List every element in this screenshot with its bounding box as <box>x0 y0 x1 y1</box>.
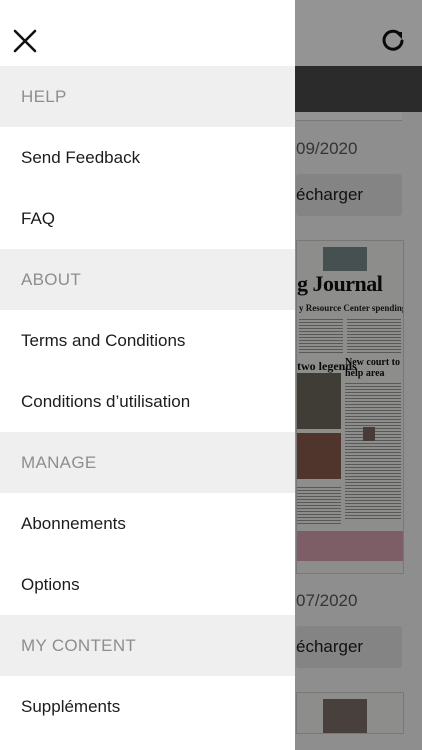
menu-item-subscriptions[interactable]: Abonnements <box>0 493 295 554</box>
section-my-content: MY CONTENT <box>0 615 295 676</box>
drawer-header <box>0 0 295 66</box>
close-icon[interactable] <box>10 26 40 56</box>
navigation-drawer: HELP Send Feedback FAQ ABOUT Terms and C… <box>0 0 295 750</box>
section-about: ABOUT <box>0 249 295 310</box>
menu-item-terms[interactable]: Terms and Conditions <box>0 310 295 371</box>
menu-item-options[interactable]: Options <box>0 554 295 615</box>
section-help: HELP <box>0 66 295 127</box>
menu-list: HELP Send Feedback FAQ ABOUT Terms and C… <box>0 66 295 737</box>
menu-item-send-feedback[interactable]: Send Feedback <box>0 127 295 188</box>
section-manage: MANAGE <box>0 432 295 493</box>
menu-item-conditions[interactable]: Conditions d’utilisation <box>0 371 295 432</box>
menu-item-faq[interactable]: FAQ <box>0 188 295 249</box>
menu-item-supplements[interactable]: Suppléments <box>0 676 295 737</box>
